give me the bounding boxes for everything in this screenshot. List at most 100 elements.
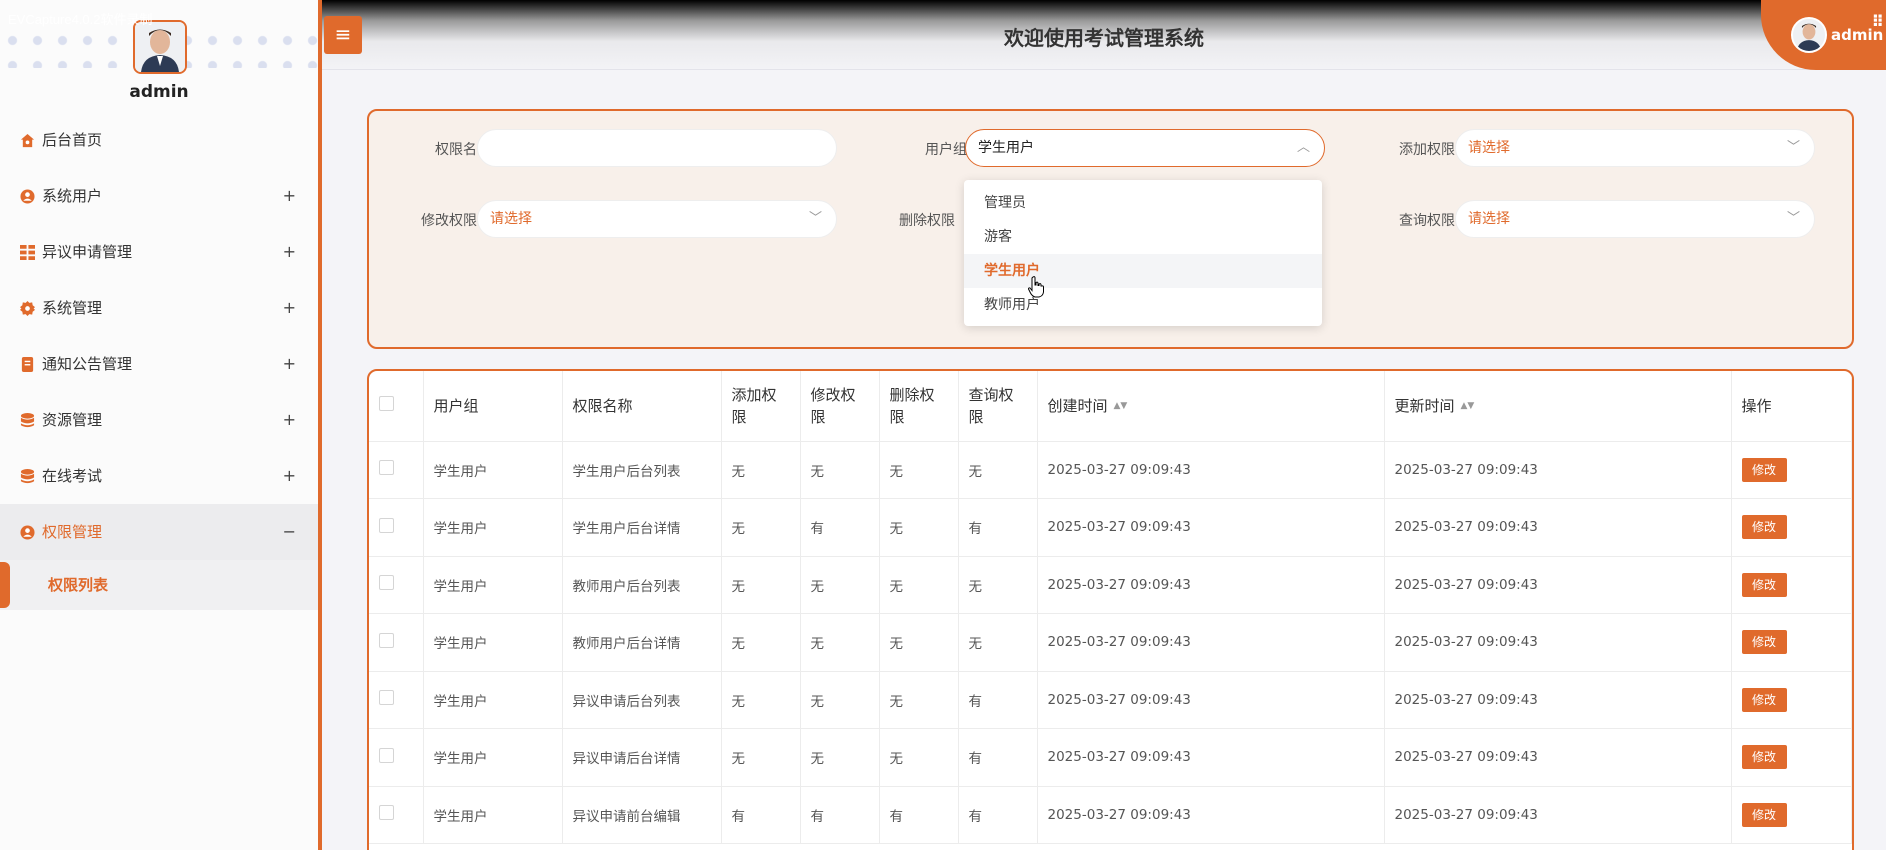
cell-user-group: 学生用户 xyxy=(423,441,563,499)
cell-add-permission: 无 xyxy=(721,728,801,787)
row-select-cell xyxy=(369,728,424,787)
expand-icon[interactable]: + xyxy=(283,168,296,224)
dropdown-option-guest[interactable]: 游客 xyxy=(964,220,1322,254)
expand-icon[interactable]: + xyxy=(283,392,296,448)
table-body: 学生用户 学生用户后台列表无无无无 2025-03-27 09:09:43 2025-… xyxy=(369,441,1852,844)
cell-add-permission: 无 xyxy=(721,671,801,729)
query-permission-select[interactable]: 请选择 ﹀ xyxy=(1455,200,1815,238)
sidebar-item-system-manage[interactable]: 系统管理 + xyxy=(0,280,318,336)
row-checkbox[interactable] xyxy=(379,690,394,706)
chevron-down-icon: ﹀ xyxy=(1786,211,1800,226)
table-row: 学生用户 教师用户后台详情无无无无 2025-03-27 09:09:43 2025-… xyxy=(369,613,1852,672)
select-all-checkbox[interactable] xyxy=(379,395,394,411)
dropdown-option-admin[interactable]: 管理员 xyxy=(964,186,1322,220)
database-icon xyxy=(20,469,35,484)
add-permission-select[interactable]: 请选择 ﹀ xyxy=(1455,129,1815,167)
row-select-cell xyxy=(369,498,424,557)
edit-button[interactable]: 修改 xyxy=(1741,802,1787,827)
edit-button[interactable]: 修改 xyxy=(1741,687,1787,712)
cell-delete-permission: 无 xyxy=(879,498,959,557)
cell-query-permission: 有 xyxy=(958,786,1038,844)
cell-user-group: 学生用户 xyxy=(423,556,563,614)
sidebar-item-label: 通知公告管理 xyxy=(42,355,133,373)
cell-permission-name: 异议申请前台编辑 xyxy=(562,786,722,844)
sidebar-item-permissions[interactable]: 权限管理 − xyxy=(0,504,318,560)
menu-toggle-button[interactable]: ≡ xyxy=(324,16,362,54)
sidebar-item-notice[interactable]: 通知公告管理 + xyxy=(0,336,318,392)
query-permission-value: 请选择 xyxy=(1468,211,1510,227)
page-title: 欢迎使用考试管理系统 xyxy=(1004,26,1204,50)
cell-created-time: 2025-03-27 09:09:43 xyxy=(1037,613,1385,672)
edit-button[interactable]: 修改 xyxy=(1741,515,1787,540)
cell-user-group: 学生用户 xyxy=(423,728,563,787)
sidebar-item-home[interactable]: 后台首页 xyxy=(0,112,318,168)
cell-created-time: 2025-03-27 09:09:43 xyxy=(1037,671,1385,729)
sidebar-item-online-exam[interactable]: 在线考试 + xyxy=(0,448,318,504)
table-row: 学生用户 异议申请前台编辑有有有有 2025-03-27 09:09:43 2025-… xyxy=(369,786,1852,844)
row-checkbox[interactable] xyxy=(379,575,394,591)
row-select-cell xyxy=(369,786,424,844)
sidebar-subitem-label: 权限列表 xyxy=(48,576,109,594)
cell-permission-name: 学生用户后台详情 xyxy=(562,498,722,557)
cell-query-permission: 无 xyxy=(958,613,1038,672)
cell-add-permission: 有 xyxy=(721,786,801,844)
expand-icon[interactable]: + xyxy=(283,336,296,392)
collapse-icon[interactable]: − xyxy=(283,504,296,560)
col-edit-permission: 修改权限 xyxy=(800,371,880,442)
chevron-down-icon: ﹀ xyxy=(808,211,822,226)
cell-created-time: 2025-03-27 09:09:43 xyxy=(1037,728,1385,787)
row-select-cell xyxy=(369,613,424,672)
user-group-dropdown: 管理员 游客 学生用户 教师用户 xyxy=(964,180,1322,326)
recorder-watermark: EVCapture4.0.2软件录制 xyxy=(8,12,153,27)
query-permission-label: 查询权限 xyxy=(1399,213,1455,229)
edit-permission-select[interactable]: 请选择 ﹀ xyxy=(477,200,837,238)
cell-delete-permission: 有 xyxy=(879,786,959,844)
sidebar-avatar[interactable] xyxy=(133,20,187,74)
sidebar-item-label: 权限管理 xyxy=(42,523,103,541)
col-updated-time[interactable]: 更新时间 ▲▼ xyxy=(1384,371,1732,442)
cell-updated-time: 2025-03-27 09:09:43 xyxy=(1384,556,1732,614)
dropdown-option-teacher[interactable]: 教师用户 xyxy=(964,288,1322,322)
cell-user-group: 学生用户 xyxy=(423,786,563,844)
sort-icon[interactable]: ▲▼ xyxy=(1461,401,1475,410)
sort-icon[interactable]: ▲▼ xyxy=(1114,401,1128,410)
sidebar-item-system-users[interactable]: 系统用户 + xyxy=(0,168,318,224)
header-avatar[interactable] xyxy=(1791,17,1827,53)
col-add-permission: 添加权限 xyxy=(721,371,801,442)
table-row: 学生用户 异议申请后台详情无无无有 2025-03-27 09:09:43 2025-… xyxy=(369,728,1852,787)
cell-permission-name: 异议申请后台列表 xyxy=(562,671,722,729)
cell-actions: 修改 xyxy=(1731,671,1852,729)
sidebar-user-name: admin xyxy=(129,82,189,102)
sidebar-item-resources[interactable]: 资源管理 + xyxy=(0,392,318,448)
cell-query-permission: 无 xyxy=(958,556,1038,614)
col-actions: 操作 xyxy=(1731,371,1852,442)
sidebar-item-objection[interactable]: 异议申请管理 + xyxy=(0,224,318,280)
edit-button[interactable]: 修改 xyxy=(1741,572,1787,597)
dropdown-option-student[interactable]: 学生用户 xyxy=(964,254,1322,288)
user-group-select[interactable]: 学生用户 ︿ xyxy=(965,129,1325,167)
col-created-time[interactable]: 创建时间 ▲▼ xyxy=(1037,371,1385,442)
sidebar-subitem-permission-list[interactable]: 权限列表 xyxy=(0,560,318,610)
grid-menu-icon[interactable]: ⠿ xyxy=(1872,12,1885,31)
edit-button[interactable]: 修改 xyxy=(1741,457,1787,482)
row-checkbox[interactable] xyxy=(379,517,394,533)
permission-name-label: 权限名 xyxy=(435,142,477,158)
edit-button[interactable]: 修改 xyxy=(1741,745,1787,770)
expand-icon[interactable]: + xyxy=(283,448,296,504)
row-checkbox[interactable] xyxy=(379,805,394,821)
edit-button[interactable]: 修改 xyxy=(1741,630,1787,655)
cell-actions: 修改 xyxy=(1731,728,1852,787)
sidebar-item-label: 资源管理 xyxy=(42,411,103,429)
cell-created-time: 2025-03-27 09:09:43 xyxy=(1037,556,1385,614)
cell-edit-permission: 无 xyxy=(800,671,880,729)
expand-icon[interactable]: + xyxy=(283,280,296,336)
permission-name-input[interactable] xyxy=(477,129,837,167)
expand-icon[interactable]: + xyxy=(283,224,296,280)
row-checkbox[interactable] xyxy=(379,747,394,763)
row-checkbox[interactable] xyxy=(379,460,394,476)
user-icon xyxy=(20,189,35,204)
grid-icon xyxy=(20,245,35,260)
row-checkbox[interactable] xyxy=(379,632,394,648)
cell-created-time: 2025-03-27 09:09:43 xyxy=(1037,498,1385,557)
cell-updated-time: 2025-03-27 09:09:43 xyxy=(1384,441,1732,499)
